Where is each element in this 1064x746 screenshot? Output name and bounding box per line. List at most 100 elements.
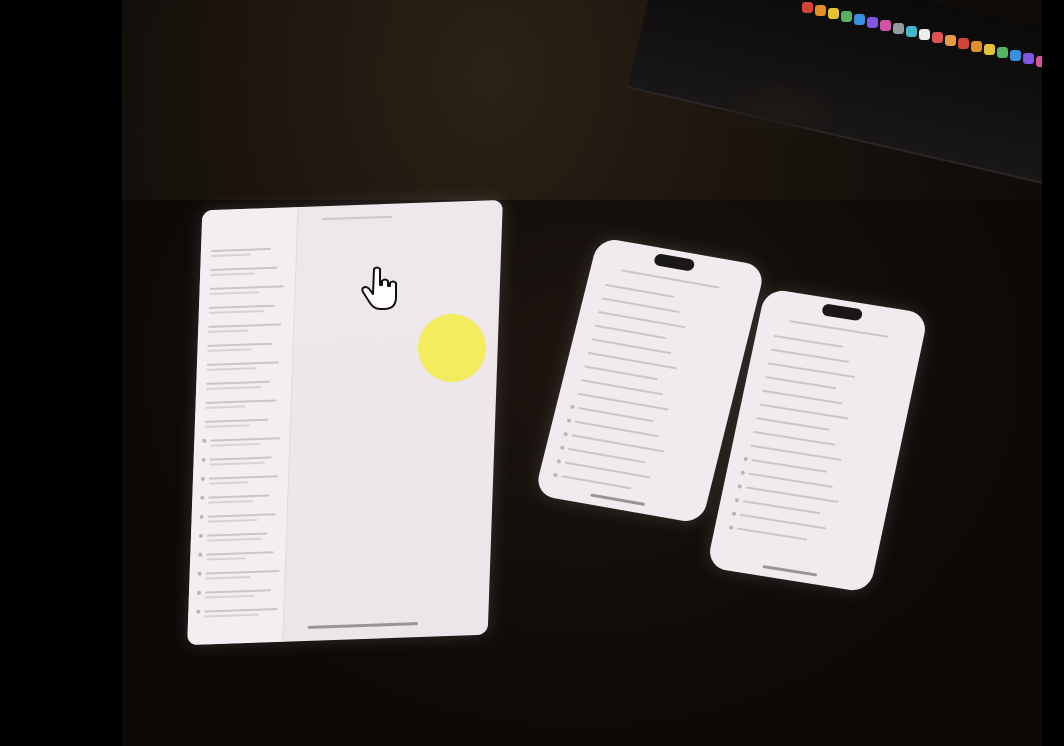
phone-list-item[interactable] <box>571 434 665 453</box>
phone-list-item[interactable] <box>759 403 849 420</box>
hand-cursor-icon <box>361 266 397 310</box>
phone-list-item[interactable] <box>770 348 850 363</box>
sidebar-list-item[interactable] <box>208 475 279 480</box>
phone-list-item[interactable] <box>750 444 842 461</box>
list-item-bullet <box>734 497 740 503</box>
phone-list-item[interactable] <box>580 379 664 396</box>
phone-list-item[interactable] <box>745 486 839 504</box>
tablet-sidebar[interactable] <box>187 207 299 646</box>
sidebar-list-item-subtitle <box>204 594 255 599</box>
dock-app-icon <box>997 47 1008 58</box>
sidebar-list-item-subtitle <box>208 329 249 333</box>
sidebar-list-item[interactable] <box>205 399 277 404</box>
video-frame <box>0 0 1064 746</box>
list-item-bullet <box>202 438 207 443</box>
phone-list-item[interactable] <box>762 389 843 405</box>
tablet-home-indicator[interactable] <box>307 622 419 629</box>
sidebar-list-item[interactable] <box>205 570 280 575</box>
phone-header <box>620 269 720 289</box>
dock-app-icon <box>802 2 813 13</box>
phone-list-item[interactable] <box>584 365 658 381</box>
dock-app-icon <box>841 11 852 22</box>
phone-list-item[interactable] <box>587 351 677 370</box>
sidebar-list-item-subtitle <box>206 537 262 542</box>
list-item-bullet <box>198 533 204 538</box>
sidebar-list-item-subtitle <box>206 557 247 561</box>
phone-list-item[interactable] <box>748 472 833 488</box>
sidebar-list-item[interactable] <box>207 342 273 347</box>
phone-list-item[interactable] <box>736 527 808 541</box>
list-item-bullet <box>198 552 203 557</box>
dock-app-icon <box>932 32 943 43</box>
sidebar-list-item[interactable] <box>207 513 276 518</box>
list-item-bullet <box>196 609 201 614</box>
list-item-bullet <box>740 470 746 475</box>
phone-1-home-indicator[interactable] <box>590 493 646 506</box>
sidebar-list-item[interactable] <box>209 456 272 461</box>
sidebar-list-item[interactable] <box>206 551 274 556</box>
dock-app-icon <box>919 29 930 40</box>
phone-list-item[interactable] <box>751 458 827 473</box>
phone-list-item[interactable] <box>604 283 675 298</box>
sidebar-list-item[interactable] <box>208 323 282 328</box>
list-item-bullet <box>559 445 565 451</box>
sidebar-list-item-subtitle <box>207 348 253 352</box>
phone-list-item[interactable] <box>739 513 827 530</box>
phone-list-item[interactable] <box>561 475 632 490</box>
sidebar-list-item[interactable] <box>206 361 280 366</box>
sidebar-list-item[interactable] <box>210 437 281 442</box>
sidebar-list-item-subtitle <box>209 461 265 466</box>
dock-app-icon <box>867 17 878 28</box>
list-item-bullet <box>200 476 206 481</box>
sidebar-list-item[interactable] <box>206 532 268 537</box>
sidebar-list-item[interactable] <box>210 266 278 271</box>
sidebar-list-item[interactable] <box>204 589 272 594</box>
phone-list-item[interactable] <box>742 500 821 515</box>
dynamic-island <box>821 303 864 322</box>
phone-list-item[interactable] <box>767 362 856 379</box>
phone-list-item[interactable] <box>756 417 830 431</box>
dock-app-icon <box>880 20 891 31</box>
phone-list-item[interactable] <box>753 430 836 446</box>
dock-app-icon <box>828 8 839 19</box>
dock-app-icon <box>971 41 982 52</box>
sidebar-list-item[interactable] <box>208 304 276 309</box>
phone-list-item[interactable] <box>773 334 844 348</box>
sidebar-list-item[interactable] <box>210 247 272 252</box>
dock-app-icon <box>945 35 956 46</box>
phone-header <box>789 320 889 338</box>
sidebar-list-item-subtitle <box>205 576 251 580</box>
dock-app-icon <box>854 14 865 25</box>
phone-list-item[interactable] <box>577 392 669 411</box>
list-item-bullet <box>731 511 737 517</box>
sidebar-list-item-subtitle <box>206 367 257 371</box>
dock-app-icon <box>1036 56 1042 67</box>
tablet-device[interactable] <box>187 199 503 646</box>
phone-list-item[interactable] <box>578 407 654 423</box>
phone-list-item[interactable] <box>601 297 680 314</box>
sidebar-list-item[interactable] <box>204 608 278 613</box>
dock-app-icon <box>893 23 904 34</box>
sidebar-list-item[interactable] <box>204 418 269 423</box>
sidebar-list-item[interactable] <box>209 285 284 290</box>
phone-list-item[interactable] <box>597 310 686 329</box>
phone-list-item[interactable] <box>591 338 672 355</box>
sidebar-list-item[interactable] <box>208 494 270 499</box>
phone-list-item[interactable] <box>567 447 646 464</box>
sidebar-list-item-subtitle <box>205 405 246 409</box>
phone-2-home-indicator[interactable] <box>762 565 818 577</box>
list-item-bullet <box>737 484 743 489</box>
list-item-bullet <box>201 457 206 462</box>
sidebar-list-item-subtitle <box>208 310 264 314</box>
phone-list-item[interactable] <box>594 324 666 340</box>
sidebar-list-item[interactable] <box>206 380 271 385</box>
dock-app-icon <box>958 38 969 49</box>
phone-list-item[interactable] <box>764 376 837 390</box>
list-item-bullet <box>196 590 202 595</box>
dock-app-icon <box>906 26 917 37</box>
list-item-bullet <box>199 514 204 519</box>
list-item-bullet <box>197 571 202 576</box>
phone-list-item[interactable] <box>564 461 651 479</box>
phone-list-item[interactable] <box>574 420 659 438</box>
list-item-bullet <box>563 431 569 437</box>
